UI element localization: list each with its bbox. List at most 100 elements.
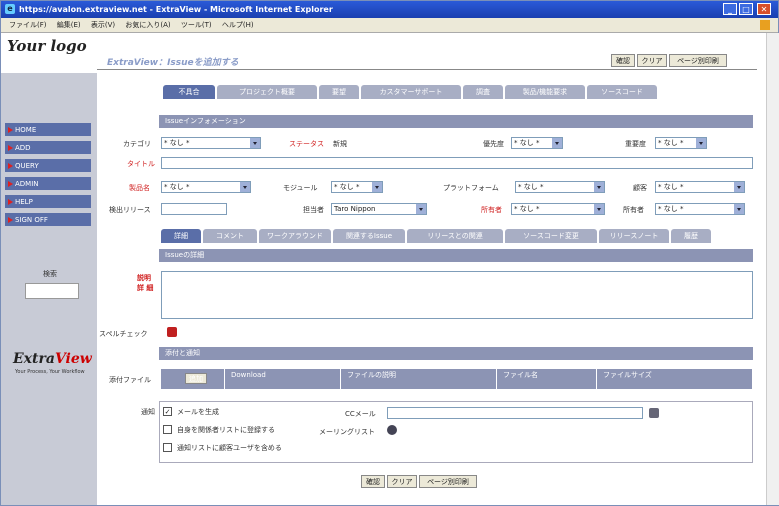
attach-add-button[interactable]: 追加 (185, 373, 207, 384)
assigned-select[interactable]: Taro Nippon (331, 203, 427, 215)
menu-view[interactable]: 表示(V) (91, 21, 115, 29)
menu-tools[interactable]: ツール(T) (181, 21, 212, 29)
menu-file[interactable]: ファイル(F) (9, 21, 47, 29)
top-tab-bar: 不具合 プロジェクト概要 要望 カスタマーサポート 調査 製品/機能要求 ソース… (163, 85, 723, 99)
tab-details[interactable]: 詳細 (161, 229, 201, 243)
include-customer-label: 通知リストに顧客ユーザを含める (177, 444, 282, 452)
title-bar: e https://avalon.extraview.net - ExtraVi… (1, 1, 778, 18)
nav-sign-off[interactable]: SIGN OFF (5, 213, 91, 227)
tab-source-changes[interactable]: ソースコード変更 (505, 229, 597, 243)
details-textarea[interactable] (161, 271, 753, 319)
maximize-button[interactable]: □ (739, 3, 753, 15)
minimize-button[interactable]: _ (723, 3, 737, 15)
customer-label: 顧客 (633, 184, 647, 192)
search-input[interactable] (25, 283, 79, 299)
owner2-label: 所有者 (623, 206, 644, 214)
col-file-name: ファイル名 (497, 369, 597, 389)
page-title: ExtraView：Issueを追加する (107, 58, 239, 68)
address-book-icon[interactable] (649, 408, 659, 418)
tab-source-code[interactable]: ソースコード (587, 85, 657, 99)
extraview-logo: ExtraView (13, 351, 92, 367)
module-label: モジュール (283, 184, 318, 192)
menu-favorites[interactable]: お気に入り(A) (125, 21, 170, 29)
tab-history[interactable]: 履歴 (671, 229, 711, 243)
tab-product-feature-request[interactable]: 製品/機能要求 (505, 85, 585, 99)
print-layout-button-top[interactable]: ページ別印刷 (669, 54, 727, 67)
extraview-logo-view: View (54, 351, 92, 367)
nav-query[interactable]: QUERY (5, 159, 91, 173)
extraview-tagline: Your Process, Your Workflow (15, 369, 85, 375)
product-select[interactable]: * なし * (161, 181, 251, 193)
mailing-list-icon[interactable] (387, 425, 397, 435)
mailing-list-label: メーリングリスト (319, 428, 375, 436)
col-file-description: ファイルの説明 (341, 369, 497, 389)
nav-add[interactable]: ADD (5, 141, 91, 155)
browser-window: e https://avalon.extraview.net - ExtraVi… (0, 0, 779, 506)
category-label: カテゴリ (123, 140, 151, 148)
severity-select[interactable]: * なし * (655, 137, 707, 149)
tab-release-relations[interactable]: リリースとの関連 (407, 229, 503, 243)
windows-flag-icon (760, 20, 770, 30)
priority-select[interactable]: * なし * (511, 137, 563, 149)
detail-label: 詳 細 (137, 284, 154, 292)
tab-workaround[interactable]: ワークアラウンド (259, 229, 331, 243)
title-input[interactable] (161, 157, 753, 169)
owner2-select[interactable]: * なし * (655, 203, 745, 215)
page-content: Your logo ExtraView：Issueを追加する 確認 クリア ペー… (1, 33, 766, 505)
nav-home[interactable]: HOME (5, 123, 91, 137)
search-label: 検索 (43, 270, 57, 278)
logo-text: logo (50, 37, 87, 55)
menu-help[interactable]: ヘルプ(H) (222, 21, 254, 29)
tab-investigation[interactable]: 調査 (463, 85, 503, 99)
clear-button-bottom[interactable]: クリア (387, 475, 417, 488)
tab-customer-support[interactable]: カスタマーサポート (361, 85, 461, 99)
generate-email-checkbox[interactable]: ✓ (163, 407, 172, 416)
tab-project-overview[interactable]: プロジェクト概要 (217, 85, 317, 99)
generate-email-label: メールを生成 (177, 408, 219, 416)
add-self-checkbox[interactable] (163, 425, 172, 434)
header-divider (97, 69, 757, 70)
col-download: Download (225, 369, 341, 389)
release-label: 検出リリース (109, 206, 151, 214)
issue-details-header: Issueの詳細 (159, 249, 753, 262)
vertical-scrollbar[interactable] (766, 33, 779, 505)
cc-email-input[interactable] (387, 407, 643, 419)
attachments-label: 添付ファイル (109, 376, 151, 384)
attach-add-cell: 追加 (161, 369, 225, 389)
include-customer-checkbox[interactable] (163, 443, 172, 452)
your-logo: Your logo (7, 37, 97, 67)
owner-select[interactable]: * なし * (511, 203, 605, 215)
status-label: ステータス (289, 140, 324, 148)
status-value: 新規 (333, 140, 347, 148)
platform-select[interactable]: * なし * (515, 181, 605, 193)
tab-release-notes[interactable]: リリースノート (599, 229, 669, 243)
description-label: 説明 (137, 274, 151, 282)
spellcheck-label: スペルチェック (99, 330, 148, 338)
module-select[interactable]: * なし * (331, 181, 383, 193)
tab-related-issues[interactable]: 関連するIssue (333, 229, 405, 243)
left-sidebar: HOME ADD QUERY ADMIN HELP SIGN OFF 検索 (1, 73, 97, 505)
print-layout-button-bottom[interactable]: ページ別印刷 (419, 475, 477, 488)
tab-request[interactable]: 要望 (319, 85, 359, 99)
menu-edit[interactable]: 編集(E) (57, 21, 81, 29)
col-file-size: ファイルサイズ (597, 369, 753, 389)
customer-select[interactable]: * なし * (655, 181, 745, 193)
notify-label: 通知 (141, 408, 155, 416)
title-label: タイトル (127, 160, 155, 168)
clear-button-top[interactable]: クリア (637, 54, 667, 67)
cc-email-label: CCメール (345, 410, 376, 418)
tab-bug[interactable]: 不具合 (163, 85, 215, 99)
tab-comments[interactable]: コメント (203, 229, 257, 243)
owner-label: 所有者 (481, 206, 502, 214)
nav-help[interactable]: HELP (5, 195, 91, 209)
priority-label: 優先度 (483, 140, 504, 148)
confirm-button-top[interactable]: 確認 (611, 54, 635, 67)
close-button[interactable]: ✕ (757, 3, 771, 15)
logo-your: Your (7, 37, 46, 55)
spellcheck-icon[interactable] (167, 327, 177, 337)
category-select[interactable]: * なし * (161, 137, 261, 149)
confirm-button-bottom[interactable]: 確認 (361, 475, 385, 488)
release-input[interactable] (161, 203, 227, 215)
nav-admin[interactable]: ADMIN (5, 177, 91, 191)
severity-label: 重要度 (625, 140, 646, 148)
